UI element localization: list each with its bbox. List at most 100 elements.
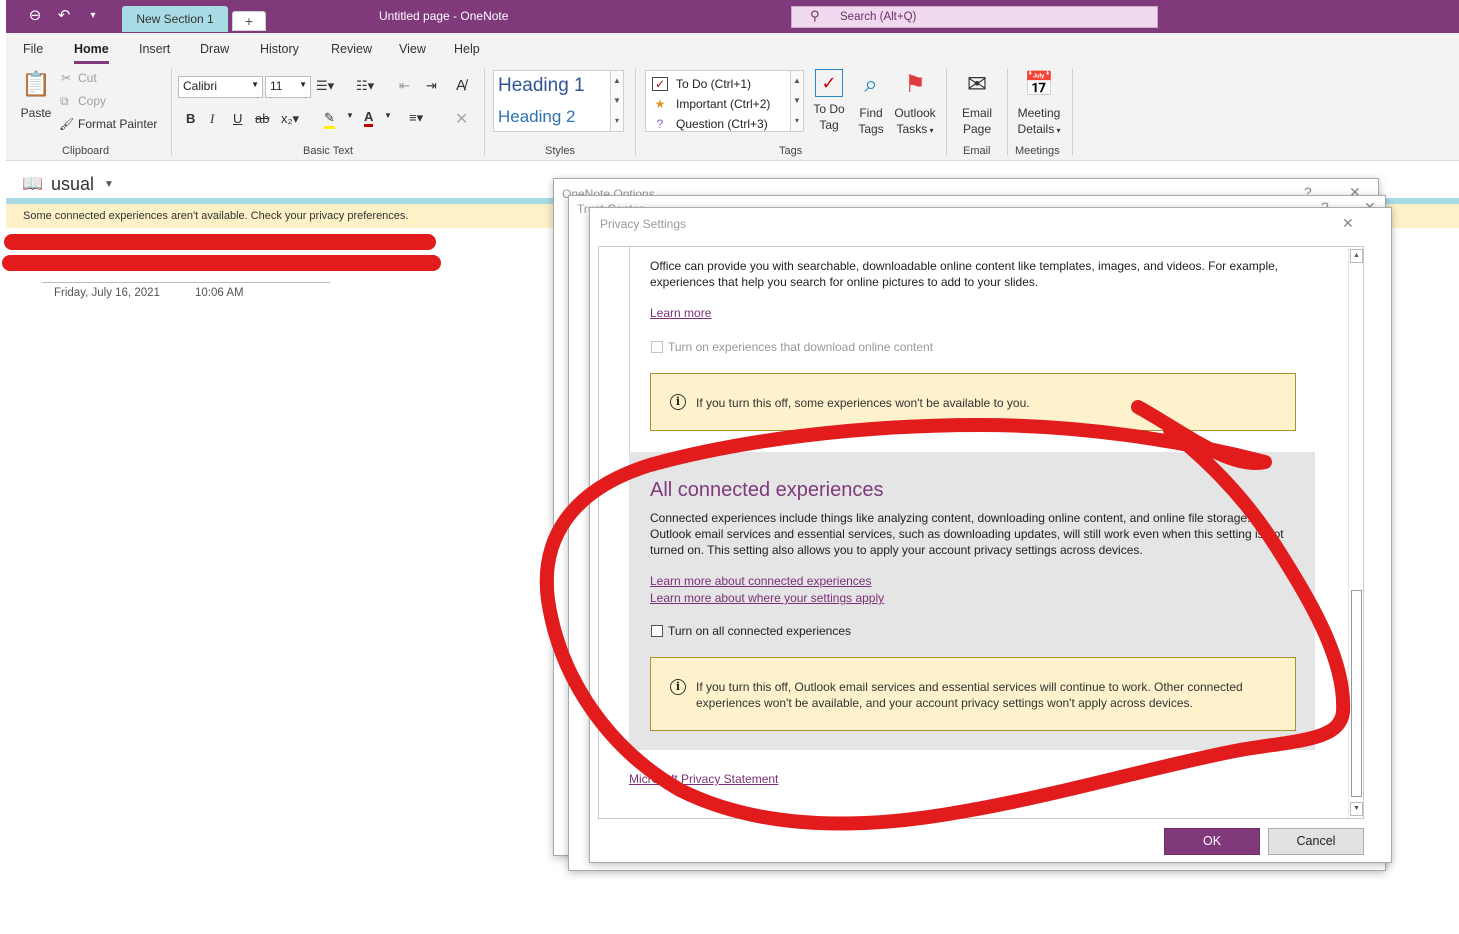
paste-button[interactable]: 📋 Paste <box>18 69 54 121</box>
close-icon[interactable]: ✕ <box>455 109 468 129</box>
checkbox-icon: ✓ <box>652 77 668 91</box>
tab-file[interactable]: File <box>23 42 43 56</box>
chevron-up-icon[interactable]: ▲ <box>611 71 623 91</box>
divider <box>635 69 636 155</box>
chevron-down-icon[interactable]: ▼ <box>104 179 114 190</box>
download-text-1: Office can provide you with searchable, … <box>650 259 1279 273</box>
more-icon[interactable]: ▾ <box>611 111 623 131</box>
tags-gallery[interactable]: ✓ To Do (Ctrl+1) ★ Important (Ctrl+2) ? Que… <box>645 70 804 132</box>
strikethrough-button[interactable]: ab <box>255 111 269 126</box>
scroll-down-arrow-icon[interactable]: ▼ <box>1350 802 1363 816</box>
search-icon: ⚲ <box>810 8 820 23</box>
bullets-icon[interactable]: ☰▾ <box>316 78 334 94</box>
cancel-button[interactable]: Cancel <box>1268 828 1364 855</box>
tab-insert[interactable]: Insert <box>139 42 170 56</box>
cut-icon: ✂ <box>61 71 72 85</box>
section-tab[interactable]: New Section 1 <box>122 6 228 32</box>
search-placeholder: Search (Alt+Q) <box>840 11 917 23</box>
font-size-select[interactable]: 11 ▼ <box>265 76 311 98</box>
find-tags-icon: ⌕ <box>864 71 878 98</box>
tab-draw[interactable]: Draw <box>200 42 229 56</box>
clear-formatting-icon[interactable]: A̸ <box>456 77 466 94</box>
increase-indent-icon[interactable]: ⇥ <box>426 78 437 94</box>
highlight-icon[interactable]: ✎ <box>324 110 335 129</box>
font-name-select[interactable]: Calibri ▼ <box>178 76 263 98</box>
meeting-details-label-1: Meeting <box>1017 106 1061 120</box>
quick-access-menu-icon[interactable]: ▾ <box>84 7 102 25</box>
tag-todo[interactable]: ✓ To Do (Ctrl+1) <box>652 77 751 91</box>
bold-button[interactable]: B <box>186 111 195 126</box>
learn-more-where-link[interactable]: Learn more about where your settings app… <box>650 591 884 605</box>
vertical-scrollbar[interactable]: ▲ ▼ <box>1348 247 1363 818</box>
calendar-icon: 📅 <box>1024 71 1054 98</box>
email-page-label-1: Email <box>961 106 992 120</box>
undo-icon[interactable]: ↶ <box>55 7 73 25</box>
format-painter-icon: 🖌 <box>59 117 75 131</box>
style-heading-2[interactable]: Heading 2 <box>498 107 576 127</box>
tag-question[interactable]: ? Question (Ctrl+3) <box>652 117 768 131</box>
find-tags-label-2: Tags <box>858 122 884 136</box>
notebook-name[interactable]: usual <box>51 174 94 195</box>
chevron-down-icon[interactable]: ▼ <box>384 111 392 120</box>
question-icon: ? <box>656 117 664 131</box>
subscript-icon[interactable]: x₂▾ <box>281 111 299 127</box>
outlook-tasks-label-2: Tasks <box>896 122 928 136</box>
add-section-button[interactable]: + <box>232 11 266 31</box>
flag-icon: ⚑ <box>904 71 926 98</box>
divider <box>171 69 172 155</box>
chevron-up-icon[interactable]: ▲ <box>791 71 803 91</box>
outlook-tasks-button[interactable]: ⚑ Outlook Tasks ▾ <box>892 69 938 139</box>
copy-button[interactable]: Copy <box>78 94 106 108</box>
todo-tag-button[interactable]: ✓ To Do Tag <box>810 69 848 133</box>
email-group-label: Email <box>963 145 991 157</box>
tag-important[interactable]: ★ Important (Ctrl+2) <box>652 97 771 111</box>
chevron-down-icon[interactable]: ▼ <box>611 91 623 111</box>
tab-history[interactable]: History <box>260 42 299 56</box>
ok-button[interactable]: OK <box>1164 828 1260 855</box>
paste-label: Paste <box>20 106 52 120</box>
format-painter-button[interactable]: Format Painter <box>78 117 157 131</box>
style-heading-1[interactable]: Heading 1 <box>498 75 585 97</box>
chevron-down-icon[interactable]: ▼ <box>791 91 803 111</box>
underline-button[interactable]: U <box>233 111 242 126</box>
download-content-checkbox[interactable] <box>651 341 663 353</box>
scroll-thumb[interactable] <box>1351 590 1362 797</box>
all-text-1: Connected experiences include things lik… <box>650 511 1251 525</box>
font-color-icon[interactable]: A <box>364 109 374 127</box>
page-date: Friday, July 16, 2021 <box>54 287 160 299</box>
title-underline <box>42 282 330 283</box>
learn-more-connected-link[interactable]: Learn more about connected experiences <box>650 574 871 588</box>
clipboard-icon: 📋 <box>21 71 51 98</box>
italic-button[interactable]: I <box>210 111 214 127</box>
back-icon[interactable]: ⊖ <box>26 7 44 25</box>
meeting-details-button[interactable]: 📅 Meeting Details ▾ <box>1012 69 1066 139</box>
search-input[interactable]: ⚲ Search (Alt+Q) <box>791 6 1158 28</box>
learn-more-link[interactable]: Learn more <box>650 306 711 320</box>
email-page-button[interactable]: ✉ Email Page <box>954 69 1000 137</box>
tab-help[interactable]: Help <box>454 42 480 56</box>
chevron-down-icon[interactable]: ▼ <box>346 111 354 120</box>
divider <box>1072 69 1073 155</box>
tab-review[interactable]: Review <box>331 42 372 56</box>
cut-button[interactable]: Cut <box>78 71 97 85</box>
close-icon[interactable]: ✕ <box>1342 215 1354 232</box>
privacy-content-pane[interactable]: Office can provide you with searchable, … <box>598 246 1364 819</box>
scroll-up-arrow-icon[interactable]: ▲ <box>1350 249 1363 263</box>
page-time: 10:06 AM <box>195 287 244 299</box>
tab-view[interactable]: View <box>399 42 426 56</box>
decrease-indent-icon[interactable]: ⇤ <box>399 78 410 94</box>
privacy-statement-link[interactable]: Microsoft Privacy Statement <box>629 772 778 786</box>
tab-home[interactable]: Home <box>74 42 109 64</box>
all-connected-checkbox[interactable] <box>651 625 663 637</box>
numbering-icon[interactable]: ☷▾ <box>356 78 374 94</box>
align-icon[interactable]: ≡▾ <box>409 110 423 126</box>
find-tags-button[interactable]: ⌕ Find Tags <box>852 69 890 137</box>
all-warning-box: i If you turn this off, Outlook email se… <box>650 657 1296 731</box>
styles-gallery[interactable]: Heading 1 Heading 2 <box>493 70 623 132</box>
tags-scroll[interactable]: ▲ ▼ ▾ <box>790 70 804 132</box>
all-text-2: Outlook email services and essential ser… <box>650 527 1284 541</box>
more-icon[interactable]: ▾ <box>791 111 803 131</box>
meeting-details-label-2: Details <box>1017 122 1055 136</box>
styles-group-label: Styles <box>545 145 575 157</box>
styles-scroll[interactable]: ▲ ▼ ▾ <box>610 70 624 132</box>
